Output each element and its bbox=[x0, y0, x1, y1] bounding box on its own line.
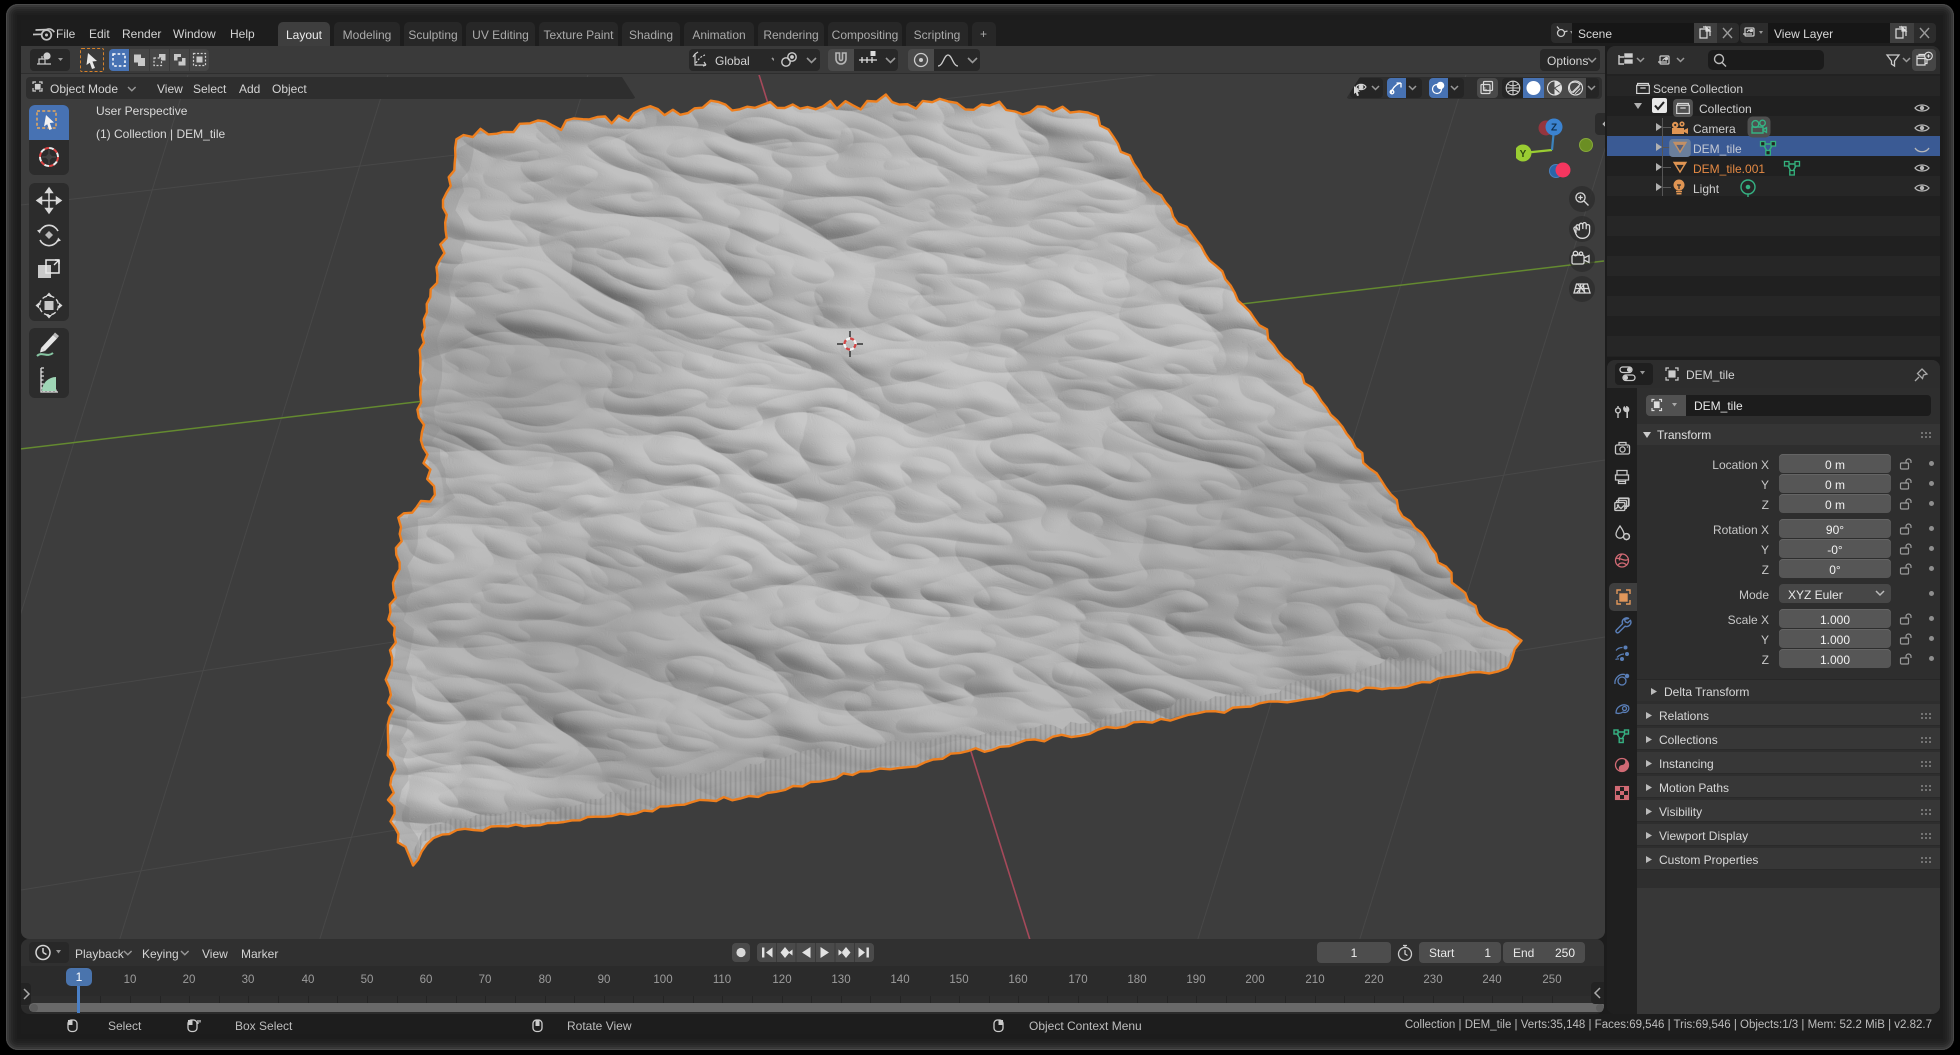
svg-text:Z: Z bbox=[1551, 123, 1557, 134]
svg-text:Y: Y bbox=[1520, 149, 1527, 160]
